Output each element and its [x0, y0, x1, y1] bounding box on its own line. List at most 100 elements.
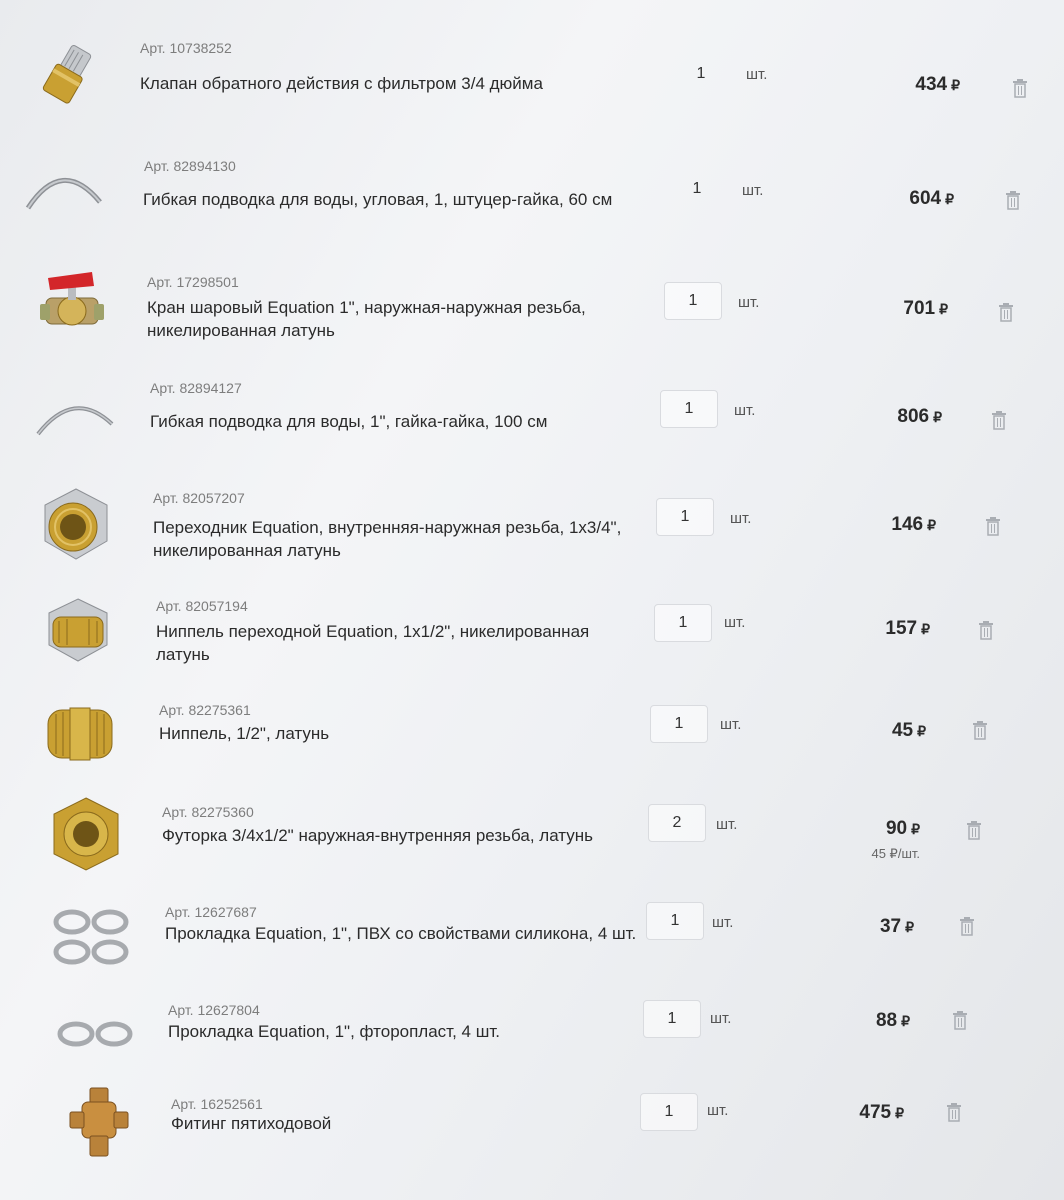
- product-thumbnail[interactable]: [54, 996, 138, 1068]
- product-thumbnail[interactable]: [34, 488, 118, 560]
- product-thumbnail[interactable]: [24, 38, 108, 110]
- currency-symbol: ₽: [911, 821, 920, 837]
- currency-symbol: ₽: [921, 621, 930, 637]
- product-name[interactable]: Ниппель переходной Equation, 1x1/2", ник…: [156, 620, 636, 666]
- trash-icon[interactable]: [952, 1010, 968, 1030]
- quantity-input[interactable]: 1: [660, 390, 718, 428]
- quantity-input[interactable]: 1: [672, 55, 730, 93]
- product-name[interactable]: Прокладка Equation, 1", ПВХ со свойствам…: [165, 922, 645, 945]
- currency-symbol: ₽: [895, 1105, 904, 1121]
- cart-item: Арт. 82057194 Ниппель переходной Equatio…: [0, 592, 1064, 692]
- item-price: 88 ₽: [790, 1010, 910, 1032]
- product-name[interactable]: Прокладка Equation, 1", фторопласт, 4 шт…: [168, 1020, 648, 1043]
- ball-valve-icon: [40, 272, 104, 326]
- check-valve-icon: [42, 44, 92, 104]
- trash-icon[interactable]: [998, 302, 1014, 322]
- product-thumbnail[interactable]: [36, 594, 120, 666]
- cart-item: Арт. 82894127 Гибкая подводка для воды, …: [0, 372, 1064, 472]
- price-value: 434: [915, 74, 948, 95]
- product-sku: Арт. 12627687: [165, 904, 257, 920]
- currency-symbol: ₽: [917, 723, 926, 739]
- quantity-unit: шт.: [720, 716, 742, 733]
- quantity-input[interactable]: 1: [640, 1093, 698, 1131]
- currency-symbol: ₽: [901, 1013, 910, 1029]
- item-price: 701 ₽: [828, 298, 948, 320]
- product-thumbnail[interactable]: [30, 266, 114, 338]
- product-thumbnail[interactable]: [32, 378, 116, 450]
- quantity-input[interactable]: 1: [650, 705, 708, 743]
- quantity-input[interactable]: 1: [664, 282, 722, 320]
- product-name[interactable]: Кран шаровый Equation 1", наружная-наруж…: [147, 296, 627, 342]
- product-name[interactable]: Фитинг пятиходовой: [171, 1112, 651, 1135]
- item-price: 146 ₽: [816, 514, 936, 536]
- nipple-adapter-icon: [48, 598, 108, 662]
- currency-symbol: ₽: [927, 517, 936, 533]
- price-value: 157: [885, 618, 918, 639]
- product-thumbnail[interactable]: [38, 698, 122, 770]
- price-value: 146: [891, 514, 924, 535]
- quantity-input[interactable]: 1: [656, 498, 714, 536]
- quantity-input[interactable]: 1: [646, 902, 704, 940]
- quantity-unit: шт.: [707, 1102, 729, 1119]
- price-value: 475: [859, 1102, 892, 1123]
- product-name[interactable]: Гибкая подводка для воды, 1", гайка-гайк…: [150, 410, 630, 433]
- item-price: 806 ₽: [822, 406, 942, 428]
- trash-icon[interactable]: [959, 916, 975, 936]
- cart-item: Арт. 82275360 Футорка 3/4x1/2" наружная-…: [0, 797, 1064, 898]
- five-way-fitting-icon: [69, 1087, 129, 1157]
- trash-icon[interactable]: [966, 820, 982, 840]
- quantity-input[interactable]: 1: [668, 170, 726, 208]
- item-price: 45 ₽: [806, 720, 926, 742]
- currency-symbol: ₽: [945, 191, 954, 207]
- item-price: 37 ₽: [794, 916, 914, 938]
- trash-icon[interactable]: [978, 620, 994, 640]
- currency-symbol: ₽: [933, 409, 942, 425]
- quantity-unit: шт.: [742, 182, 764, 199]
- product-name[interactable]: Клапан обратного действия с фильтром 3/4…: [140, 72, 620, 95]
- item-price: 90 ₽: [800, 818, 920, 840]
- quantity-unit: шт.: [746, 66, 768, 83]
- cart-item: Арт. 82275361 Ниппель, 1/2", латунь 1 шт…: [0, 696, 1064, 796]
- nipple-icon: [47, 707, 113, 761]
- product-sku: Арт. 82057207: [153, 490, 245, 506]
- product-name[interactable]: Переходник Equation, внутренняя-наружная…: [153, 516, 633, 562]
- product-name[interactable]: Гибкая подводка для воды, угловая, 1, шт…: [143, 188, 623, 211]
- price-per-unit: 45 ₽/шт.: [871, 846, 920, 861]
- item-price: 434 ₽: [840, 74, 960, 96]
- item-price: 475 ₽: [784, 1102, 904, 1124]
- quantity-unit: шт.: [716, 816, 738, 833]
- product-sku: Арт. 16252561: [171, 1096, 263, 1112]
- price-value: 701: [903, 298, 936, 319]
- adapter-fitting-icon: [44, 488, 108, 560]
- cart-list: Арт. 10738252 Клапан обратного действия …: [0, 0, 1064, 1200]
- trash-icon[interactable]: [991, 410, 1007, 430]
- product-name[interactable]: Ниппель, 1/2", латунь: [159, 722, 639, 745]
- quantity-unit: шт.: [712, 914, 734, 931]
- trash-icon[interactable]: [1005, 190, 1021, 210]
- quantity-input[interactable]: 1: [654, 604, 712, 642]
- quantity-unit: шт.: [710, 1010, 732, 1027]
- product-thumbnail[interactable]: [44, 797, 128, 871]
- gaskets-four-icon: [53, 909, 129, 965]
- cart-item: Арт. 16252561 Фитинг пятиходовой 1 шт. 4…: [0, 1087, 1064, 1188]
- quantity-input[interactable]: 1: [643, 1000, 701, 1038]
- product-thumbnail[interactable]: [58, 1087, 142, 1160]
- product-sku: Арт. 82894127: [150, 380, 242, 396]
- item-price: 604 ₽: [834, 188, 954, 210]
- trash-icon[interactable]: [946, 1102, 962, 1122]
- product-name[interactable]: Футорка 3/4x1/2" наружная-внутренняя рез…: [162, 824, 642, 847]
- product-thumbnail[interactable]: [50, 902, 134, 974]
- quantity-unit: шт.: [734, 402, 756, 419]
- price-value: 45: [891, 720, 914, 741]
- currency-symbol: ₽: [939, 301, 948, 317]
- cart-item: Арт. 17298501 Кран шаровый Equation 1", …: [0, 262, 1064, 362]
- trash-icon[interactable]: [972, 720, 988, 740]
- price-value: 806: [897, 406, 930, 427]
- flex-hose-icon: [25, 177, 102, 210]
- product-thumbnail[interactable]: [22, 154, 106, 226]
- trash-icon[interactable]: [1012, 78, 1028, 98]
- trash-icon[interactable]: [985, 516, 1001, 536]
- quantity-input[interactable]: 2: [648, 804, 706, 842]
- cart-item: Арт. 12627687 Прокладка Equation, 1", ПВ…: [0, 898, 1064, 998]
- cart-item: Арт. 12627804 Прокладка Equation, 1", фт…: [0, 996, 1064, 1096]
